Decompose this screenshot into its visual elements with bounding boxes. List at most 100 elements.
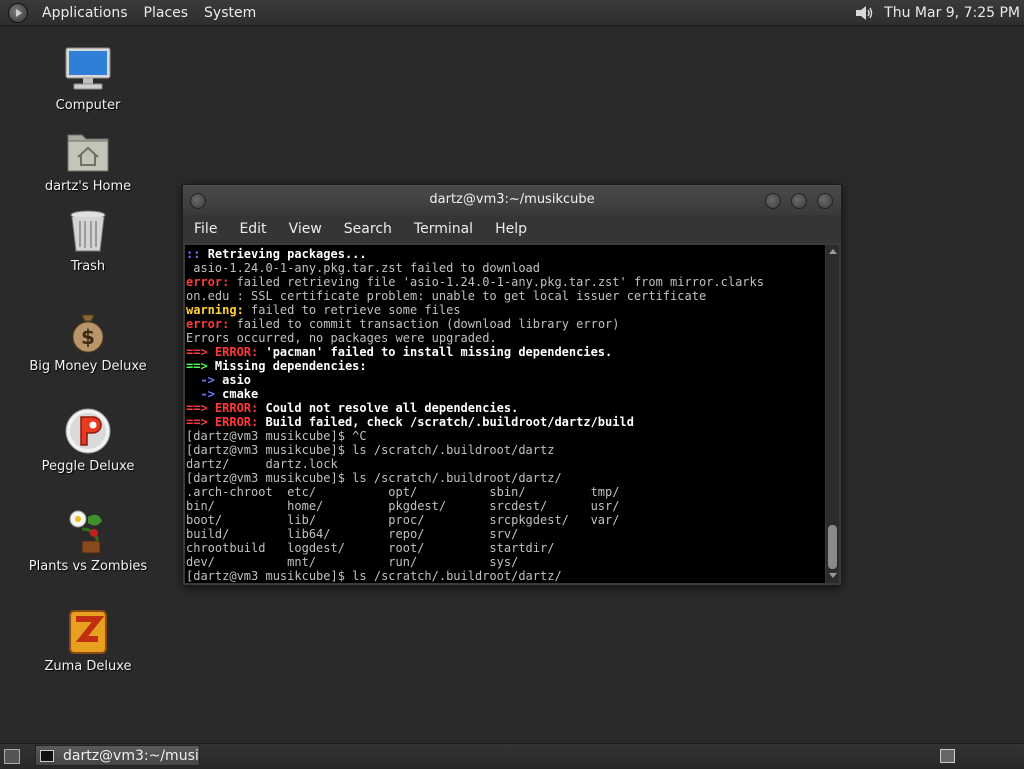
terminal-text: Retrieving packages... — [207, 247, 367, 261]
menu-search[interactable]: Search — [333, 221, 403, 237]
terminal-text: boot/ lib/ proc/ srcpkgdest/ var/ — [186, 513, 620, 527]
terminal-text: warning: — [186, 303, 244, 317]
terminal-text: ==> ERROR: — [186, 401, 259, 415]
computer-icon — [64, 46, 112, 94]
desktop-icon-label: dartz's Home — [44, 179, 132, 194]
terminal-text: chrootbuild logdest/ root/ startdir/ — [186, 541, 555, 555]
terminal-menubar: File Edit View Search Terminal Help — [183, 215, 841, 243]
terminal-line: dev/ mnt/ run/ sys/ — [186, 555, 825, 569]
scrollbar-thumb[interactable] — [828, 525, 837, 569]
terminal-line: dartz/ dartz.lock — [186, 457, 825, 471]
terminal-text: Missing dependencies: — [207, 359, 367, 373]
scroll-up-icon[interactable] — [829, 249, 837, 254]
desktop-icon-label: Computer — [55, 98, 121, 113]
terminal-text: 'pacman' failed to install missing depen… — [258, 345, 613, 359]
desktop-icon-peggle[interactable]: Peggle Deluxe — [28, 407, 148, 474]
terminal-text: error: — [186, 275, 230, 289]
terminal-text: Build failed, check /scratch/.buildroot/… — [258, 415, 634, 429]
terminal-text: [dartz@vm3 musikcube]$ ls /scratch/.buil… — [186, 471, 562, 485]
terminal-text: -> — [186, 387, 215, 401]
terminal-text: [dartz@vm3 musikcube]$ ls /scratch/.buil… — [186, 443, 555, 457]
menu-edit[interactable]: Edit — [228, 221, 277, 237]
terminal-output[interactable]: :: Retrieving packages... asio-1.24.0-1-… — [185, 245, 825, 583]
show-desktop-icon[interactable] — [4, 749, 20, 764]
terminal-line: ==> Missing dependencies: — [186, 359, 825, 373]
svg-text:$: $ — [81, 325, 95, 349]
bottom-panel: dartz@vm3:~/musik... — [0, 743, 1024, 769]
terminal-line: .arch-chroot etc/ opt/ sbin/ tmp/ — [186, 485, 825, 499]
terminal-line: [dartz@vm3 musikcube]$ ls /scratch/.buil… — [186, 443, 825, 457]
terminal-line: ==> ERROR: Build failed, check /scratch/… — [186, 415, 825, 429]
terminal-text: dartz/ dartz.lock — [186, 457, 338, 471]
terminal-text: -> — [186, 373, 215, 387]
terminal-line: error: failed to commit transaction (dow… — [186, 317, 825, 331]
window-title: dartz@vm3:~/musikcube — [429, 192, 595, 207]
workspace-switcher[interactable] — [940, 749, 955, 763]
system-menu[interactable]: System — [196, 5, 264, 21]
trash-icon — [64, 207, 112, 255]
clock[interactable]: Thu Mar 9, 7:25 PM — [884, 5, 1024, 21]
terminal-line: asio-1.24.0-1-any.pkg.tar.zst failed to … — [186, 261, 825, 275]
terminal-text: cmake — [214, 387, 259, 401]
close-icon[interactable] — [817, 193, 833, 209]
terminal-text: ==> — [186, 359, 208, 373]
terminal-text: :: — [186, 247, 208, 261]
desktop-icon-computer[interactable]: Computer — [28, 46, 148, 113]
taskbar-terminal-button[interactable]: dartz@vm3:~/musik... — [35, 745, 200, 766]
terminal-text: [dartz@vm3 musikcube]$ ^C — [186, 429, 367, 443]
terminal-text: bin/ home/ pkgdest/ srcdest/ usr/ — [186, 499, 620, 513]
terminal-line: error: failed retrieving file 'asio-1.24… — [186, 275, 825, 289]
terminal-scrollbar[interactable] — [826, 245, 839, 583]
desktop-icon-zuma[interactable]: Zuma Deluxe — [28, 607, 148, 674]
terminal-line: [dartz@vm3 musikcube]$ ls /scratch/.buil… — [186, 471, 825, 485]
window-menu-icon[interactable] — [190, 193, 206, 209]
terminal-text: on.edu : SSL certificate problem: unable… — [186, 289, 707, 303]
window-titlebar[interactable]: dartz@vm3:~/musikcube — [183, 185, 841, 215]
places-menu[interactable]: Places — [136, 5, 197, 21]
taskbar-button-label: dartz@vm3:~/musik... — [63, 747, 199, 764]
terminal-line: ==> ERROR: Could not resolve all depende… — [186, 401, 825, 415]
desktop-icon-label: Big Money Deluxe — [29, 359, 147, 374]
terminal-line: :: Retrieving packages... — [186, 247, 825, 261]
desktop-icon-label: Trash — [70, 259, 106, 274]
desktop-icon-plants-vs-zombies[interactable]: Plants vs Zombies — [28, 507, 148, 574]
home-folder-icon — [64, 127, 112, 175]
terminal-text: failed retrieving file 'asio-1.24.0-1-an… — [229, 275, 764, 289]
menu-view[interactable]: View — [278, 221, 333, 237]
terminal-line: chrootbuild logdest/ root/ startdir/ — [186, 541, 825, 555]
terminal-line: build/ lib64/ repo/ srv/ — [186, 527, 825, 541]
terminal-text: .arch-chroot etc/ opt/ sbin/ tmp/ — [186, 485, 620, 499]
terminal-line: Errors occurred, no packages were upgrad… — [186, 331, 825, 345]
terminal-line: [dartz@vm3 musikcube]$ ls /scratch/.buil… — [186, 569, 825, 583]
terminal-icon — [40, 749, 54, 762]
terminal-line: [dartz@vm3 musikcube]$ ^C — [186, 429, 825, 443]
scroll-down-icon[interactable] — [829, 573, 837, 578]
terminal-line: -> cmake — [186, 387, 825, 401]
terminal-text: error: — [186, 317, 230, 331]
terminal-window[interactable]: dartz@vm3:~/musikcube File Edit View Sea… — [182, 184, 842, 586]
gnome-foot-icon[interactable] — [8, 2, 28, 23]
terminal-text: failed to retrieve some files — [243, 303, 461, 317]
minimize-icon[interactable] — [765, 193, 781, 209]
money-bag-icon: $ — [64, 307, 112, 355]
maximize-icon[interactable] — [791, 193, 807, 209]
menu-file[interactable]: File — [183, 221, 228, 237]
terminal-text: Could not resolve all dependencies. — [258, 401, 519, 415]
desktop-icon-big-money[interactable]: $ Big Money Deluxe — [28, 307, 148, 374]
peggle-icon — [64, 407, 112, 455]
plant-icon — [64, 507, 112, 555]
desktop-icon-label: Peggle Deluxe — [41, 459, 135, 474]
speaker-icon[interactable] — [854, 4, 876, 22]
menu-help[interactable]: Help — [484, 221, 538, 237]
terminal-line: warning: failed to retrieve some files — [186, 303, 825, 317]
applications-menu[interactable]: Applications — [34, 5, 136, 21]
desktop-icon-label: Plants vs Zombies — [28, 559, 148, 574]
terminal-text: failed to commit transaction (download l… — [229, 317, 620, 331]
desktop-icon-trash[interactable]: Trash — [28, 207, 148, 274]
menu-terminal[interactable]: Terminal — [403, 221, 484, 237]
desktop-icon-label: Zuma Deluxe — [44, 659, 132, 674]
terminal-text: build/ lib64/ repo/ srv/ — [186, 527, 519, 541]
desktop-icon-home[interactable]: dartz's Home — [28, 127, 148, 194]
terminal-line: boot/ lib/ proc/ srcpkgdest/ var/ — [186, 513, 825, 527]
terminal-text: ==> ERROR: — [186, 345, 259, 359]
